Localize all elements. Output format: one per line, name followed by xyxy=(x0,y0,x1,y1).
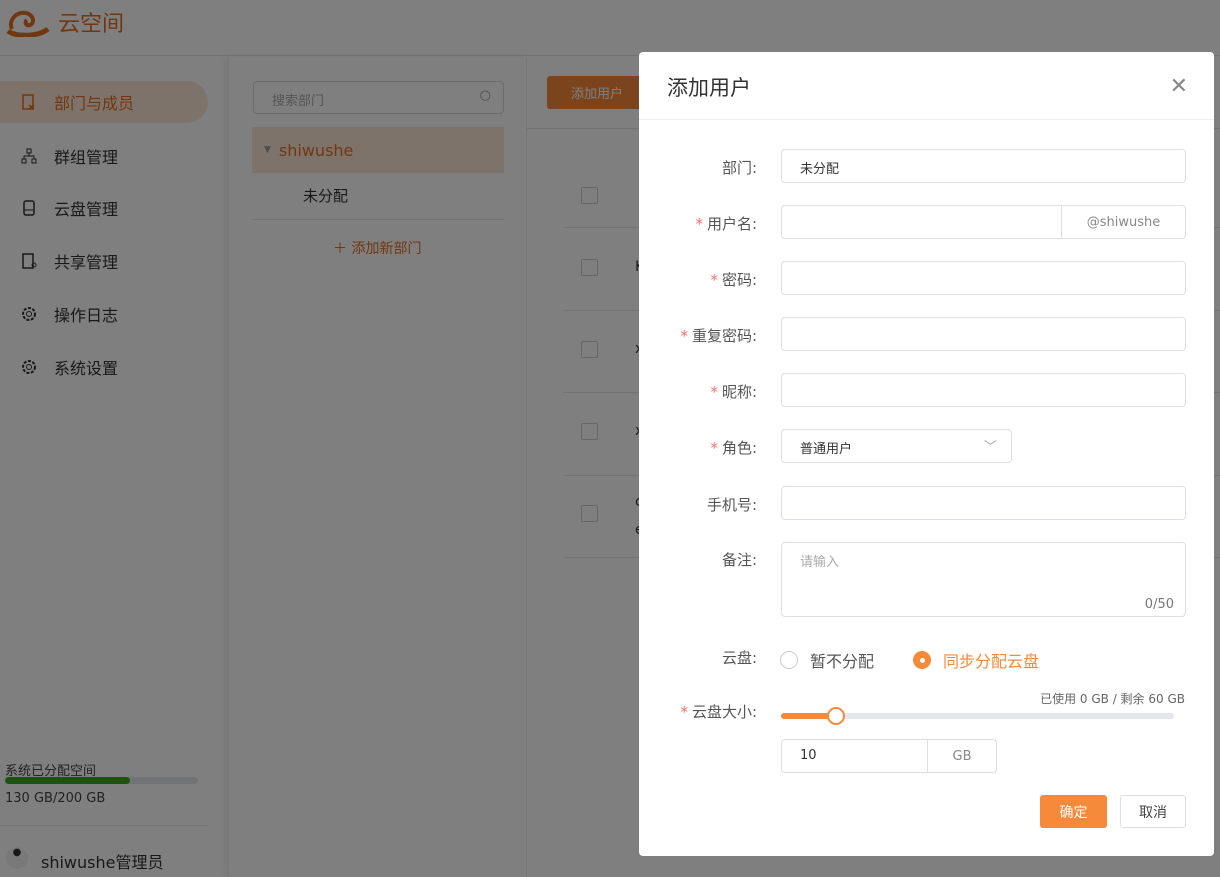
radio-label: 暂不分配 xyxy=(810,652,875,671)
disk-size-value: 10 xyxy=(800,748,817,763)
add-user-dialog: 添加用户 ✕ 部门: 未分配 * 用户名: @shiwushe * 密码: * 重复密… xyxy=(639,52,1214,856)
confirm-button[interactable]: 确定 xyxy=(1040,795,1107,828)
disk-size-input[interactable]: 10 GB xyxy=(781,739,997,773)
nickname-label: * 昵称: xyxy=(710,383,757,401)
chevron-down-icon: ﹀ xyxy=(983,440,997,455)
radio-no-disk[interactable]: 暂不分配 xyxy=(780,648,874,672)
role-label: * 角色: xyxy=(710,439,757,457)
repeat-password-input[interactable] xyxy=(781,317,1186,351)
role-value: 普通用户 xyxy=(800,442,853,457)
disk-size-unit: GB xyxy=(927,739,997,773)
radio-sync-disk[interactable]: 同步分配云盘 xyxy=(913,648,1039,672)
role-select[interactable]: 普通用户 ﹀ xyxy=(781,429,1012,463)
password-label: * 密码: xyxy=(710,271,757,289)
disk-usage-info: 已使用 0 GB / 剩余 60 GB xyxy=(1040,692,1185,706)
dialog-header: 添加用户 ✕ xyxy=(639,52,1214,120)
username-suffix: @shiwushe xyxy=(1061,205,1186,239)
slider-handle[interactable] xyxy=(827,707,846,725)
radio-checked-icon xyxy=(913,651,931,669)
close-icon[interactable]: ✕ xyxy=(1170,74,1188,99)
password-input[interactable] xyxy=(781,261,1186,295)
remark-placeholder: 请输入 xyxy=(800,555,840,570)
disk-label: 云盘: xyxy=(721,649,757,667)
username-input[interactable]: @shiwushe xyxy=(781,205,1186,239)
dialog-title: 添加用户 xyxy=(667,76,751,100)
dept-label: 部门: xyxy=(721,159,757,177)
remark-textarea[interactable]: 请输入 0/50 xyxy=(781,542,1186,617)
cancel-button[interactable]: 取消 xyxy=(1120,795,1186,828)
phone-label: 手机号: xyxy=(706,496,757,514)
remark-count: 0/50 xyxy=(1144,597,1174,612)
remark-label: 备注: xyxy=(721,551,757,569)
disk-size-label: * 云盘大小: xyxy=(680,703,757,721)
disk-size-slider[interactable] xyxy=(781,707,1174,725)
username-label: * 用户名: xyxy=(695,215,757,233)
radio-label: 同步分配云盘 xyxy=(943,652,1040,671)
repeat-password-label: * 重复密码: xyxy=(680,327,757,345)
radio-icon xyxy=(780,651,798,669)
phone-input[interactable] xyxy=(781,486,1186,520)
dept-field[interactable]: 未分配 xyxy=(781,149,1186,183)
nickname-input[interactable] xyxy=(781,373,1186,407)
